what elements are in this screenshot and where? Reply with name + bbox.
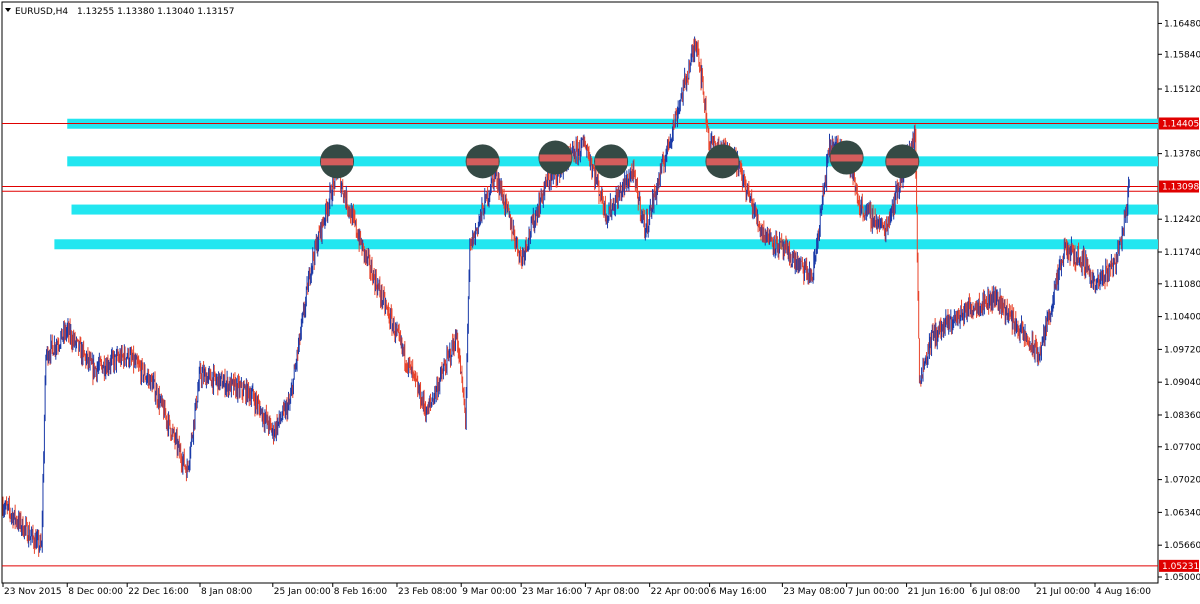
y-tick-label: 1.05660 [1164, 541, 1200, 551]
y-tick-label: 1.07020 [1164, 476, 1200, 486]
x-tick-label: 6 May 16:00 [711, 587, 767, 597]
x-tick-label: 23 Feb 08:00 [398, 587, 457, 597]
y-tick-label: 1.06340 [1164, 508, 1200, 518]
x-tick-label: 7 Jun 00:00 [848, 587, 900, 597]
candles-layer [2, 36, 1130, 557]
marker-band [539, 154, 572, 162]
touch-marker [465, 144, 500, 179]
marker-band [830, 154, 863, 162]
y-tick-label: 1.07700 [1164, 443, 1200, 453]
x-tick-label: 6 Jul 08:00 [972, 587, 1021, 597]
time-axis: 23 Nov 2015 8 Dec 00:00 22 Dec 16:00 8 Jan … [2, 583, 1151, 597]
price-tag-label: 1.13098 [1162, 183, 1199, 193]
marker-band [321, 158, 354, 166]
touch-marker [594, 144, 629, 179]
x-tick-label: 7 Apr 08:00 [586, 587, 639, 597]
y-tick-label: 1.09040 [1164, 378, 1200, 388]
y-tick-label: 1.08360 [1164, 411, 1200, 421]
y-tick-label: 1.16480 [1164, 19, 1200, 29]
x-tick-label: 23 Mar 16:00 [522, 587, 582, 597]
x-tick-label: 8 Jan 08:00 [201, 587, 253, 597]
symbol-timeframe-label: EURUSD,H4 [15, 7, 68, 17]
marker-band [886, 158, 919, 166]
touch-marker [705, 144, 740, 179]
marker-band [466, 158, 499, 166]
price-axis: 1.16480 1.15840 1.15120 1.13780 1.12420 1.117… [1158, 19, 1200, 583]
marker-band [706, 158, 739, 166]
x-tick-label: 4 Aug 16:00 [1096, 587, 1151, 597]
zones-layer [54, 118, 1159, 250]
y-tick-label: 1.15120 [1164, 85, 1200, 95]
price-chart[interactable]: 1.16480 1.15840 1.15120 1.13780 1.12420 1.117… [0, 0, 1200, 600]
touch-marker [538, 140, 573, 175]
chart-header: EURUSD,H4 1.13255 1.13380 1.13040 1.1315… [5, 7, 234, 17]
touch-marker [885, 144, 920, 179]
ohlc-readout: 1.13255 1.13380 1.13040 1.13157 [77, 7, 234, 17]
x-tick-label: 21 Jun 16:00 [908, 587, 965, 597]
y-tick-label: 1.12420 [1164, 215, 1200, 225]
x-tick-label: 8 Feb 16:00 [334, 587, 388, 597]
hlines-layer [2, 122, 1158, 567]
y-tick-label: 1.13780 [1164, 150, 1200, 160]
y-tick-label: 1.10400 [1164, 313, 1200, 323]
sr-zone [54, 239, 1159, 250]
touch-marker [829, 140, 864, 175]
price-tag-label: 1.14405 [1162, 119, 1199, 129]
y-tick-label: 1.15840 [1164, 50, 1200, 60]
chart-window[interactable]: 1.16480 1.15840 1.15120 1.13780 1.12420 1.117… [0, 0, 1200, 600]
y-tick-label: 1.09720 [1164, 345, 1200, 355]
x-tick-label: 22 Apr 00:00 [651, 587, 710, 597]
touch-marker [320, 144, 355, 179]
x-tick-label: 9 Mar 00:00 [462, 587, 517, 597]
dropdown-triangle-icon[interactable] [5, 8, 11, 12]
y-tick-label: 1.05000 [1164, 573, 1200, 583]
x-tick-label: 21 Jul 00:00 [1036, 587, 1090, 597]
y-tick-label: 1.11740 [1164, 248, 1200, 258]
x-tick-label: 22 Dec 16:00 [128, 587, 189, 597]
x-tick-label: 25 Jan 00:00 [274, 587, 331, 597]
x-tick-label: 8 Dec 00:00 [68, 587, 123, 597]
x-tick-label: 23 May 08:00 [783, 587, 845, 597]
price-tag-label: 1.05231 [1162, 562, 1199, 572]
y-tick-label: 1.11080 [1164, 280, 1200, 290]
x-tick-label: 23 Nov 2015 [4, 587, 62, 597]
marker-band [595, 158, 628, 166]
